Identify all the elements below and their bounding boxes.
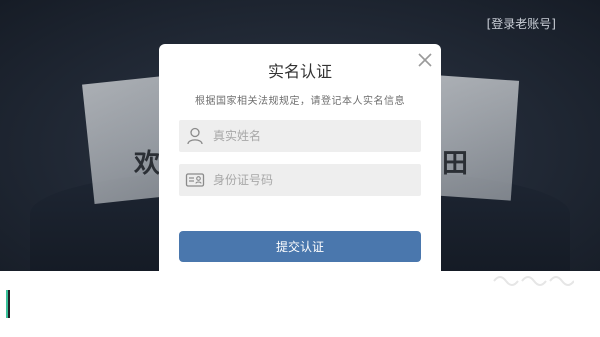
id-number-field[interactable]: [179, 164, 421, 196]
close-button[interactable]: [417, 52, 433, 68]
dialog-title: 实名认证: [267, 62, 332, 81]
close-icon: [418, 53, 432, 67]
real-name-input[interactable]: [213, 120, 421, 152]
background-glyph-right: 田: [442, 149, 469, 179]
wave-decoration-icon: [492, 271, 574, 291]
user-icon: [184, 125, 206, 147]
background-paper-right: [430, 75, 520, 201]
dialog-subtitle: 根据国家相关法规规定，请登记本人实名信息: [195, 96, 405, 107]
real-name-dialog: 实名认证 根据国家相关法规规定，请登记本人实名信息 提交: [159, 44, 441, 337]
real-name-field[interactable]: [179, 120, 421, 152]
background-glyph-left: 欢: [134, 149, 161, 179]
login-old-account-link[interactable]: [登录老账号]: [487, 15, 556, 32]
id-card-icon: [184, 169, 206, 191]
submit-verification-button[interactable]: 提交认证: [179, 231, 421, 262]
id-number-input[interactable]: [213, 164, 421, 196]
input-cursor-marker: [6, 290, 10, 318]
